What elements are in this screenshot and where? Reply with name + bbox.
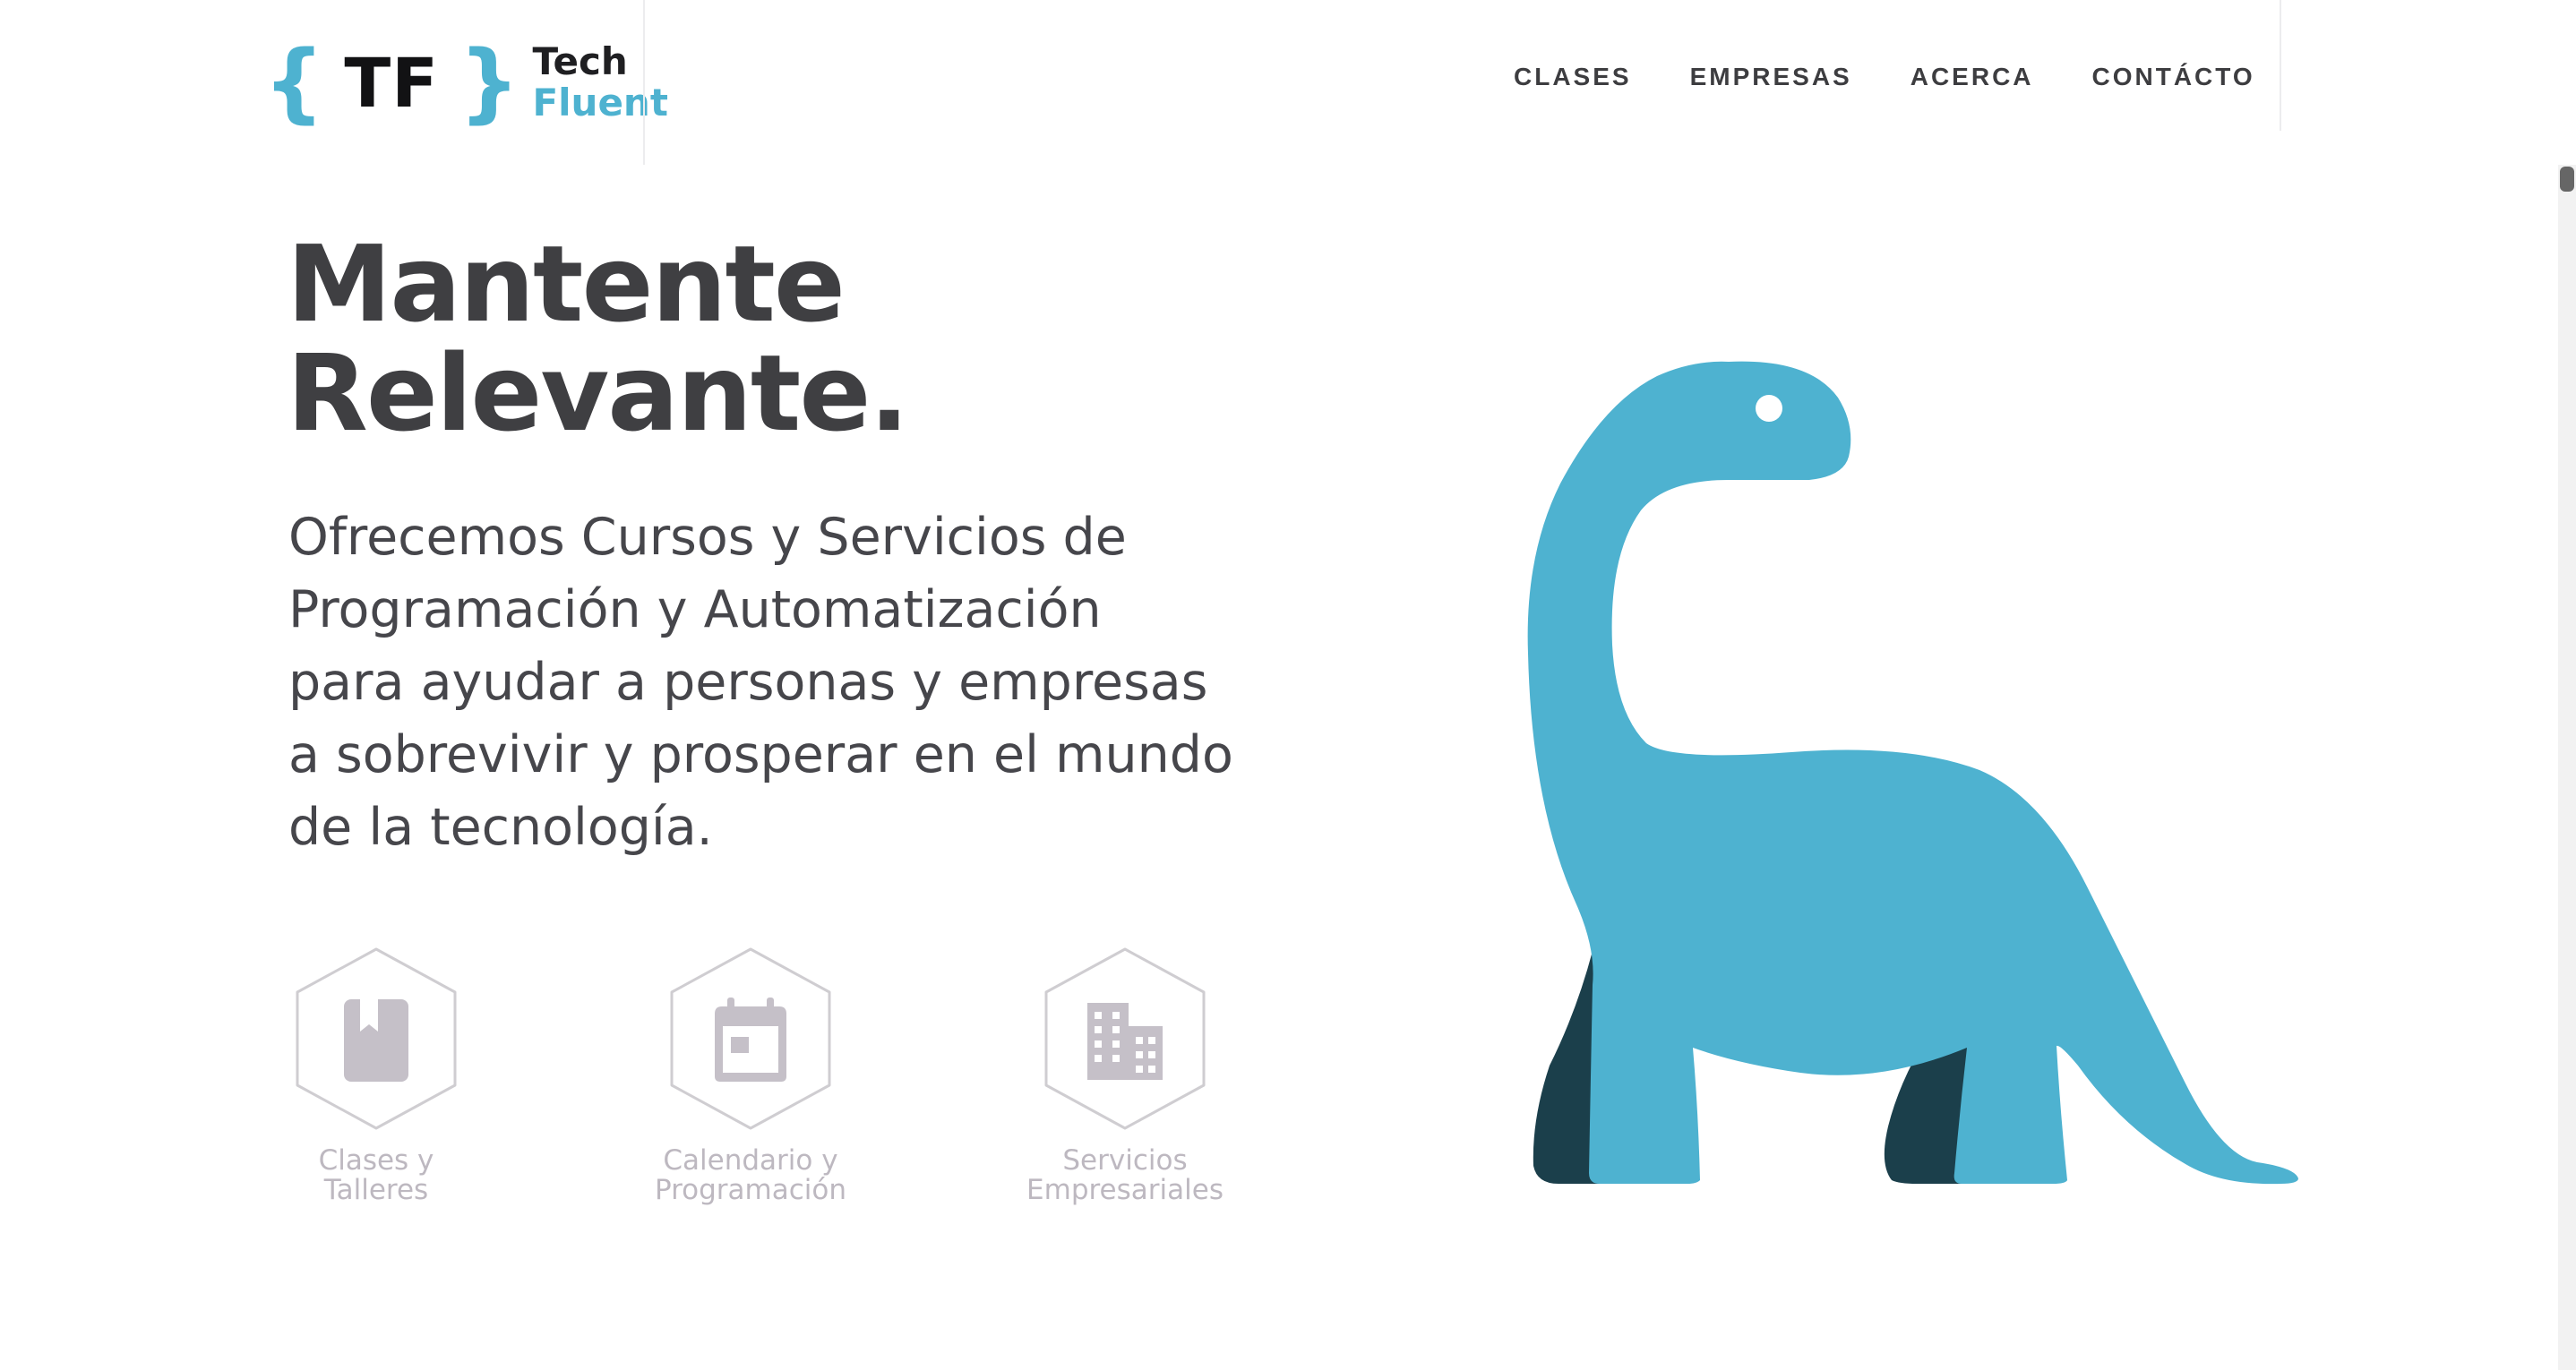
hero-description-line: Programación y Automatización [288,580,1102,639]
building-icon [1087,1003,1163,1080]
logo-word-fluent: Fluent [532,81,668,124]
main-nav: CLASES EMPRESAS ACERCA CONTÁCTO [1514,63,2255,91]
header-divider-right [2280,0,2281,131]
hero-description: Ofrecemos Cursos y Servicios de Programa… [288,501,1238,864]
nav-link-contacto[interactable]: CONTÁCTO [2092,63,2255,91]
brand-logo[interactable]: { TF } Tech Fluent [263,39,668,125]
logo-mark: TF [344,42,440,123]
dino-body [1527,361,2298,1185]
hero-title-line-2: Relevante. [287,331,909,455]
hero-description-line: Ofrecemos Cursos y Servicios de [288,508,1127,567]
calendar-icon [715,998,786,1082]
service-clases-talleres[interactable]: Clases y Talleres [260,947,493,1216]
nav-link-clases[interactable]: CLASES [1514,63,1632,91]
dinosaur-illustration [1527,361,2298,1185]
service-calendario-programacion[interactable]: Calendario y Programación [634,947,867,1216]
service-label: Calendario y Programación [616,1146,885,1205]
book-icon [344,999,408,1082]
hero-title-line-1: Mantente [287,222,846,346]
service-label-line: Programación [654,1174,847,1206]
logo-open-brace: { [263,32,325,133]
hero-description-line: para ayudar a personas y empresas [288,653,1208,712]
service-label-line: Talleres [323,1174,429,1206]
service-servicios-empresariales[interactable]: Servicios Empresariales [1009,947,1241,1216]
logo-word-tech: Tech [532,39,628,83]
service-label-line: Calendario y [663,1144,838,1177]
hero-description-line: a sobrevivir y prosperar en el mundo [288,725,1233,784]
nav-link-acerca[interactable]: ACERCA [1911,63,2034,91]
hero-description-line: de la tecnología. [288,798,713,857]
header-divider [643,0,645,165]
service-label: Servicios Empresariales [991,1146,1259,1205]
service-label-line: Empresariales [1026,1174,1224,1206]
scrollbar-track[interactable] [2558,165,2576,1370]
nav-link-empresas[interactable]: EMPRESAS [1690,63,1852,91]
site-header: { TF } Tech Fluent CLASES EMPRESAS ACERC… [0,0,2576,165]
logo-close-brace: } [459,32,520,133]
service-label-line: Clases y [318,1144,434,1177]
dino-eye [1756,395,1782,422]
logo-wordmark: Tech Fluent [532,43,667,122]
scrollbar-thumb[interactable] [2560,167,2574,192]
hero-title: Mantente Relevante. [287,222,909,455]
service-label-line: Servicios [1062,1144,1188,1177]
service-label: Clases y Talleres [242,1146,511,1205]
